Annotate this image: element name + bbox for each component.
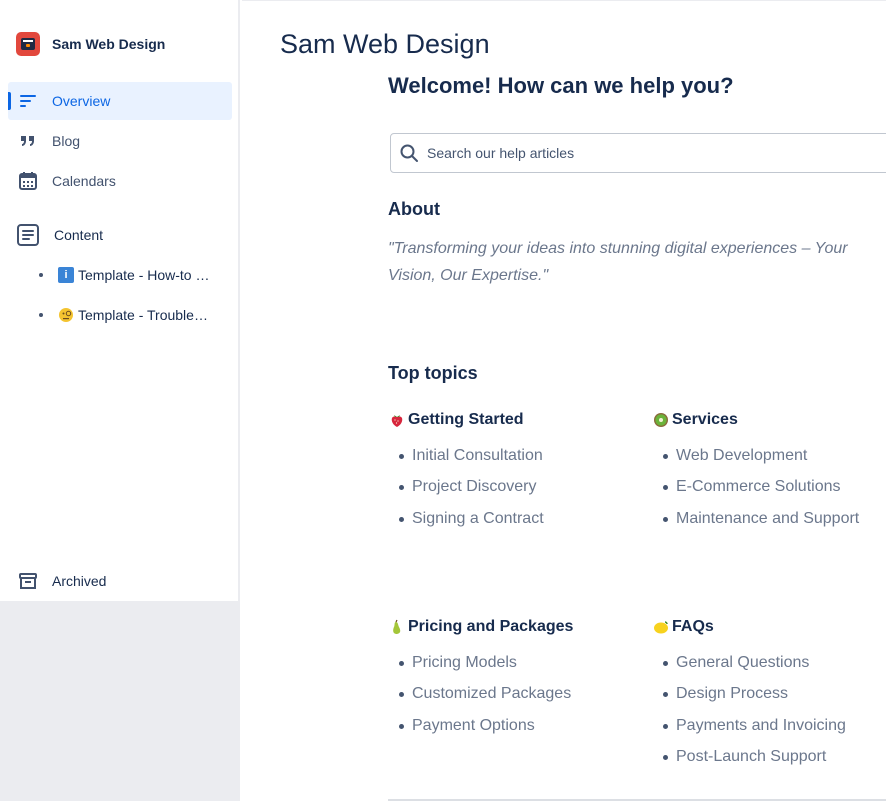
welcome-heading: Welcome! How can we help you? <box>388 73 734 98</box>
topic-faqs: FAQs General Questions Design Process Pa… <box>652 616 886 779</box>
topic-title-text: Services <box>672 411 738 428</box>
info-icon: i <box>58 267 74 283</box>
topic-link[interactable]: Initial Consultation <box>388 447 638 478</box>
search-box[interactable] <box>390 133 886 173</box>
tree-item-label: Template - How-to guide <box>78 267 210 283</box>
document-icon <box>8 223 48 247</box>
topic-link[interactable]: Pricing Models <box>388 654 638 685</box>
bullet <box>39 313 43 317</box>
topic-pricing: Pricing and Packages Pricing Models Cust… <box>388 616 638 748</box>
sidebar-item-overview[interactable]: Overview <box>8 82 232 120</box>
sidebar-item-label: Archived <box>52 573 107 589</box>
topic-title: Getting Started <box>388 409 638 431</box>
topic-link[interactable]: Signing a Contract <box>388 510 638 541</box>
topic-title: Services <box>652 409 886 431</box>
search-input[interactable] <box>427 145 867 161</box>
topic-link-list: General Questions Design Process Payment… <box>652 654 886 779</box>
sidebar-panel: Sam Web Design Overview Blog Calendars C <box>0 0 240 601</box>
page-title: Sam Web Design <box>280 29 490 59</box>
topic-link[interactable]: Project Discovery <box>388 478 638 509</box>
archive-icon <box>8 571 48 591</box>
tree-item-label: Template - Troubleshooting <box>78 307 210 323</box>
about-text: "Transforming your ideas into stunning d… <box>388 240 848 284</box>
topic-link[interactable]: Maintenance and Support <box>652 510 886 541</box>
calendar-icon <box>8 171 48 191</box>
topic-link[interactable]: Payment Options <box>388 717 638 748</box>
topic-services: Services Web Development E-Commerce Solu… <box>652 409 886 541</box>
sidebar: Sam Web Design Overview Blog Calendars C <box>0 0 240 801</box>
sidebar-item-content[interactable]: Content <box>8 216 232 254</box>
topic-link[interactable]: Web Development <box>652 447 886 478</box>
lemon-icon <box>652 618 670 636</box>
sidebar-item-label: Content <box>54 227 104 243</box>
top-topics-heading: Top topics <box>388 363 478 383</box>
topic-getting-started: Getting Started Initial Consultation Pro… <box>388 409 638 541</box>
sidebar-item-label: Overview <box>52 93 111 109</box>
pear-icon <box>388 618 406 636</box>
main-content: Sam Web Design Welcome! How can we help … <box>242 0 886 801</box>
face-with-monocle-icon <box>58 307 74 323</box>
topic-title-text: Getting Started <box>408 411 524 428</box>
topic-link[interactable]: Payments and Invoicing <box>652 717 886 748</box>
topic-link-list: Web Development E-Commerce Solutions Mai… <box>652 447 886 541</box>
space-header[interactable]: Sam Web Design <box>16 32 165 56</box>
topic-link[interactable]: Post-Launch Support <box>652 748 886 779</box>
topic-link-list: Pricing Models Customized Packages Payme… <box>388 654 638 748</box>
sidebar-item-archived[interactable]: Archived <box>8 562 232 600</box>
quote-icon <box>8 133 48 149</box>
topic-title: Pricing and Packages <box>388 616 638 638</box>
topic-link-list: Initial Consultation Project Discovery S… <box>388 447 638 541</box>
topic-link[interactable]: Customized Packages <box>388 685 638 716</box>
sidebar-item-blog[interactable]: Blog <box>8 122 232 160</box>
topic-title-text: FAQs <box>672 618 714 635</box>
space-logo-icon <box>16 32 40 56</box>
tree-item-howto[interactable]: i Template - How-to guide <box>36 260 226 290</box>
strawberry-icon <box>388 411 406 429</box>
search-icon <box>391 143 427 163</box>
sidebar-item-label: Blog <box>52 133 81 149</box>
sidebar-item-label: Calendars <box>52 173 116 189</box>
tree-item-troubleshooting[interactable]: Template - Troubleshooting <box>36 300 226 330</box>
overview-icon <box>8 93 48 109</box>
bullet <box>39 273 43 277</box>
topic-link[interactable]: E-Commerce Solutions <box>652 478 886 509</box>
topic-link[interactable]: General Questions <box>652 654 886 685</box>
space-name: Sam Web Design <box>52 36 166 52</box>
about-heading: About <box>388 199 440 219</box>
topic-title: FAQs <box>652 616 886 638</box>
kiwi-icon <box>652 411 670 429</box>
topic-link[interactable]: Design Process <box>652 685 886 716</box>
sidebar-item-calendars[interactable]: Calendars <box>8 162 232 200</box>
topic-title-text: Pricing and Packages <box>408 618 574 635</box>
